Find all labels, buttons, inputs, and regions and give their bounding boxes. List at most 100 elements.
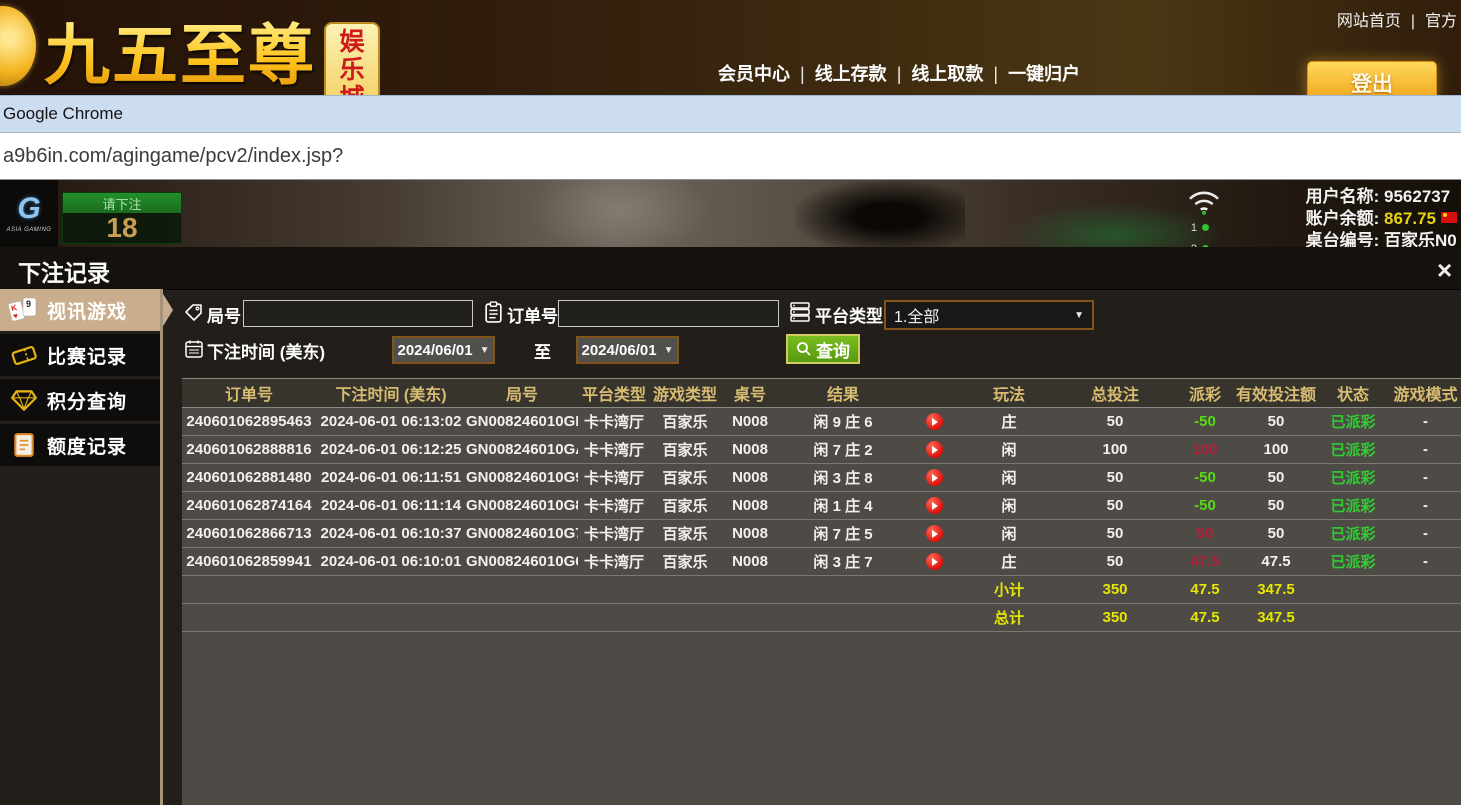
playing-cards-icon: K ♥ 9: [7, 296, 41, 324]
records-table: 订单号下注时间 (美东)局号平台类型游戏类型桌号结果玩法总投注派彩有效投注额状态…: [182, 378, 1461, 805]
cell-order: 240601062866713: [182, 525, 316, 542]
table-row: 2406010628888162024-06-01 06:12:25GN0082…: [182, 436, 1461, 464]
sidebar-item-label: 视讯游戏: [47, 297, 127, 324]
column-header: 下注时间 (美东): [316, 381, 466, 405]
top-link-1[interactable]: 官方: [1425, 13, 1457, 30]
sidebar-item-label: 额度记录: [47, 432, 127, 459]
replay-video-button[interactable]: [926, 413, 943, 430]
table-number-value: 百家乐N0: [1384, 231, 1457, 247]
order-number-input[interactable]: [558, 300, 779, 327]
replay-video-button[interactable]: [926, 469, 943, 486]
line-2[interactable]: 2: [1191, 239, 1209, 247]
nav-link-3[interactable]: 一键归户: [1008, 64, 1080, 84]
table-header-row: 订单号下注时间 (美东)局号平台类型游戏类型桌号结果玩法总投注派彩有效投注额状态…: [182, 379, 1461, 408]
date-to-value: 2024/06/01: [582, 342, 657, 359]
sidebar-item-quota-records[interactable]: 额度记录: [0, 424, 160, 466]
cell-mode: -: [1390, 497, 1461, 514]
cell-payout: 50: [1174, 525, 1236, 542]
summary-total_bet: 350: [1056, 581, 1174, 598]
cell-total_bet: 50: [1056, 525, 1174, 542]
cell-mode: -: [1390, 553, 1461, 570]
sidebar-item-points-inquiry[interactable]: 积分查询: [0, 379, 160, 421]
chevron-down-icon: ▼: [480, 345, 490, 356]
cell-game: 百家乐: [650, 495, 720, 516]
chevron-down-icon: ▼: [1074, 310, 1084, 321]
cell-time: 2024-06-01 06:11:51: [316, 469, 466, 486]
cell-time: 2024-06-01 06:12:25: [316, 441, 466, 458]
sidebar-item-match-records[interactable]: 比赛记录: [0, 334, 160, 376]
replay-video-button[interactable]: [926, 441, 943, 458]
order-number-label: 订单号: [507, 302, 558, 327]
cell-time: 2024-06-01 06:10:37: [316, 525, 466, 542]
close-icon[interactable]: ×: [1437, 255, 1461, 286]
sidebar-item-label: 积分查询: [47, 387, 127, 414]
date-from-value: 2024/06/01: [398, 342, 473, 359]
cell-game: 百家乐: [650, 523, 720, 544]
cell-total_bet: 50: [1056, 553, 1174, 570]
bet-prompt: 请下注: [63, 193, 181, 213]
cell-total_bet: 50: [1056, 469, 1174, 486]
cell-play-button: [906, 525, 962, 543]
play-icon: [932, 558, 938, 566]
cell-valid_bet: 47.5: [1236, 553, 1316, 570]
summary-total_bet: 350: [1056, 609, 1174, 626]
play-icon: [932, 446, 938, 454]
nav-link-2[interactable]: 线上取款: [911, 64, 983, 84]
cell-total_bet: 50: [1056, 497, 1174, 514]
main-nav: 会员中心|线上存款|线上取款|一键归户: [718, 60, 1080, 86]
cell-total_bet: 50: [1056, 413, 1174, 430]
platform-type-select[interactable]: 1.全部 ▼: [884, 300, 1094, 330]
search-button[interactable]: 查询: [786, 334, 860, 364]
sidebar-divider: [160, 289, 163, 805]
tag-icon: [184, 303, 204, 328]
separator: |: [1411, 13, 1415, 30]
play-icon: [932, 474, 938, 482]
platform-type-label: 平台类型: [815, 302, 883, 327]
replay-video-button[interactable]: [926, 553, 943, 570]
nav-link-1[interactable]: 线上存款: [815, 64, 887, 84]
cell-payout: -50: [1174, 413, 1236, 430]
column-header: 局号: [466, 381, 578, 405]
cell-round: GN008246010G9: [466, 469, 578, 486]
summary-label: 总计: [962, 607, 1056, 628]
cell-platform: 卡卡湾厅: [578, 523, 650, 544]
balance-value: 867.75: [1384, 209, 1436, 228]
table-number-line: 桌台编号: 百家乐N0: [1306, 230, 1457, 247]
countdown-value: 18: [106, 214, 137, 242]
summary-label: 小计: [962, 579, 1056, 600]
date-to-select[interactable]: 2024/06/01 ▼: [576, 336, 679, 364]
search-button-label: 查询: [816, 337, 850, 362]
cell-time: 2024-06-01 06:11:14: [316, 497, 466, 514]
cell-table: N008: [720, 441, 780, 458]
nav-link-0[interactable]: 会员中心: [718, 64, 790, 84]
total-row: 总计35047.5347.5: [182, 604, 1461, 632]
cell-result: 闲 3 庄 7: [780, 551, 906, 572]
cell-order: 240601062888816: [182, 441, 316, 458]
summary-valid_bet: 347.5: [1236, 581, 1316, 598]
top-link-0[interactable]: 网站首页: [1337, 13, 1401, 30]
replay-video-button[interactable]: [926, 497, 943, 514]
column-header: 游戏模式: [1390, 381, 1461, 405]
balance-line: 账户余额: 867.75: [1306, 208, 1457, 230]
table-row: 2406010628954632024-06-01 06:13:02GN0082…: [182, 408, 1461, 436]
ticket-icon: [7, 343, 41, 367]
replay-video-button[interactable]: [926, 525, 943, 542]
chrome-window-titlebar: Google Chrome: [0, 95, 1461, 133]
cell-round: GN008246010G8: [466, 497, 578, 514]
clipboard-icon: [484, 301, 503, 329]
cell-total_bet: 100: [1056, 441, 1174, 458]
calendar-icon: [184, 339, 204, 364]
cell-play-button: [906, 553, 962, 571]
live-game-strip: G ASIA GAMING 请下注 18 1 2 用户名称: 9562737 账…: [0, 180, 1461, 247]
logout-button[interactable]: 登出: [1307, 61, 1437, 95]
round-number-input[interactable]: [243, 300, 473, 327]
chrome-url-bar[interactable]: a9b6in.com/agingame/pcv2/index.jsp?: [0, 133, 1461, 180]
line-1[interactable]: 1: [1191, 218, 1209, 239]
sidebar-item-video-games[interactable]: K ♥ 9 视讯游戏: [0, 289, 160, 331]
date-from-select[interactable]: 2024/06/01 ▼: [392, 336, 495, 364]
column-header: 桌号: [720, 381, 780, 405]
currency-flag-icon: [1441, 212, 1457, 223]
bet-time-label: 下注时间 (美东): [207, 338, 325, 363]
cell-result: 闲 3 庄 8: [780, 467, 906, 488]
cell-valid_bet: 50: [1236, 525, 1316, 542]
